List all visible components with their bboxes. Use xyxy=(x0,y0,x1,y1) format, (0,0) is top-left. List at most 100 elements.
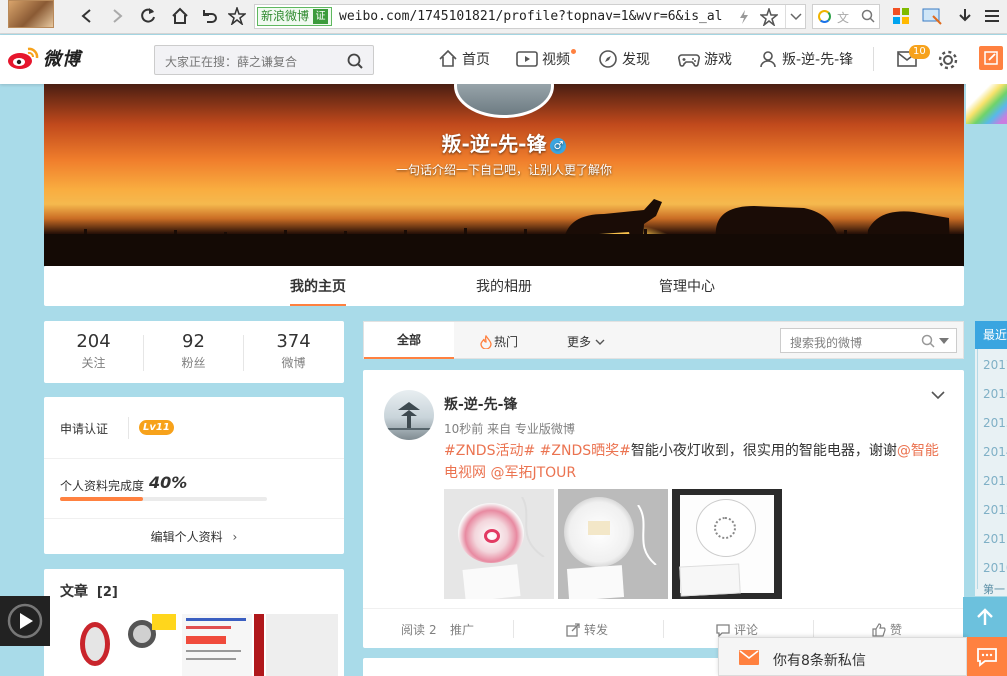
compose-button[interactable] xyxy=(979,46,1003,70)
video-icon xyxy=(516,51,538,67)
screenshot-icon[interactable] xyxy=(922,7,942,25)
browser-search-placeholder: 文 xyxy=(837,11,850,25)
refresh-button[interactable] xyxy=(135,4,161,28)
tab-manage-center[interactable]: 管理中心 xyxy=(659,276,715,296)
comment-label: 评论 xyxy=(734,623,759,637)
info-separator xyxy=(44,518,344,519)
gear-icon[interactable] xyxy=(937,49,959,71)
profile-name: 叛-逆-先-锋 ♂ xyxy=(44,128,964,157)
favorite-star-icon[interactable] xyxy=(760,8,778,26)
stat-following[interactable]: 204 关注 xyxy=(44,331,143,371)
tab-hot[interactable]: 热门 xyxy=(480,333,518,350)
chat-button[interactable] xyxy=(967,637,1007,676)
post-mention[interactable]: @军拓JTOUR xyxy=(490,465,576,481)
level-badge[interactable]: Lv11 xyxy=(139,420,174,435)
timeline-year[interactable]: 2012 xyxy=(983,503,1007,517)
skin-corner-icon[interactable] xyxy=(966,84,1007,124)
repost-button[interactable]: 转发 xyxy=(566,621,608,638)
search-icon[interactable] xyxy=(347,53,363,69)
apps-grid-icon[interactable] xyxy=(893,8,909,24)
article-thumbnail-headphones[interactable] xyxy=(60,614,176,676)
undo-button[interactable] xyxy=(196,4,222,28)
timeline-year[interactable]: 2014 xyxy=(983,445,1007,459)
back-to-top-button[interactable] xyxy=(963,597,1007,637)
stats-card: 204 关注 92 粉丝 374 微博 xyxy=(44,321,344,383)
tab-all[interactable]: 全部 xyxy=(364,322,454,359)
thumbs-up-icon xyxy=(872,622,886,637)
stat-followers-label: 粉丝 xyxy=(181,356,206,370)
stat-followers[interactable]: 92 粉丝 xyxy=(144,331,243,371)
article-thumbnail-product[interactable] xyxy=(182,614,252,676)
address-bar[interactable]: 新浪微博 证 weibo.com/1745101821/profile?topn… xyxy=(254,4,806,29)
bookmark-star-icon[interactable] xyxy=(224,4,250,28)
nav-games[interactable]: 游戏 xyxy=(678,49,732,69)
profile-avatar[interactable] xyxy=(454,84,554,118)
timeline-year[interactable]: 2011 xyxy=(983,532,1007,546)
action-divider xyxy=(663,620,664,638)
post-image-3[interactable] xyxy=(672,489,782,599)
nav-home[interactable]: 首页 xyxy=(438,49,490,69)
forward-button[interactable] xyxy=(104,4,130,28)
post-image-1[interactable] xyxy=(444,489,554,599)
post-hashtag[interactable]: #ZNDS晒奖# xyxy=(540,443,631,459)
timeline-recent[interactable]: 最近 xyxy=(975,321,1007,349)
chevron-down-icon[interactable] xyxy=(931,390,945,400)
comment-button[interactable]: 评论 xyxy=(716,621,758,638)
secure-site-label: 新浪微博 xyxy=(261,9,310,23)
post-meta: 10秒前 来自 专业版微博 xyxy=(444,422,575,436)
article-thumbnail-banner xyxy=(254,614,264,676)
feed-search-input[interactable]: 搜索我的微博 xyxy=(780,328,957,353)
repost-label: 转发 xyxy=(584,623,609,637)
lightning-icon[interactable] xyxy=(739,10,749,24)
edit-profile-link[interactable]: 编辑个人资料 › xyxy=(44,528,344,545)
menu-icon[interactable] xyxy=(984,8,1000,24)
like-button[interactable]: 赞 xyxy=(872,621,902,638)
new-dot xyxy=(571,49,576,54)
timeline-year[interactable]: 2016 xyxy=(983,387,1007,401)
video-player-button[interactable] xyxy=(0,596,50,646)
tab-my-album[interactable]: 我的相册 xyxy=(476,276,532,296)
home-button[interactable] xyxy=(167,4,193,28)
nav-discover[interactable]: 发现 xyxy=(598,49,650,69)
stat-posts[interactable]: 374 微博 xyxy=(244,331,343,371)
timeline-year[interactable]: 2017 xyxy=(983,358,1007,372)
caret-down-icon[interactable] xyxy=(939,338,949,344)
download-icon[interactable] xyxy=(957,8,973,24)
timeline-year[interactable]: 2015 xyxy=(983,416,1007,430)
search-icon[interactable] xyxy=(921,334,935,348)
promote-button[interactable]: 推广 xyxy=(450,621,474,638)
feed-search-placeholder: 搜索我的微博 xyxy=(790,336,863,350)
post-image-2[interactable] xyxy=(558,489,668,599)
compass-icon xyxy=(599,50,617,68)
post-hashtag[interactable]: #ZNDS活动# xyxy=(444,443,535,459)
nav-video[interactable]: 视频 xyxy=(516,49,576,69)
private-message-bar[interactable]: 你有8条新私信 xyxy=(718,637,967,676)
weibo-logo[interactable]: 微博 xyxy=(6,45,81,71)
article-thumbnail-page[interactable] xyxy=(266,614,338,676)
secure-site-badge[interactable]: 新浪微博 证 xyxy=(257,7,333,26)
apply-verify-link[interactable]: 申请认证 xyxy=(60,420,108,437)
profile-bio[interactable]: 一句话介绍一下自己吧，让别人更了解你 xyxy=(44,161,964,178)
tab-thumbnail[interactable] xyxy=(8,0,54,28)
post-author-avatar[interactable] xyxy=(384,390,434,440)
timeline-year[interactable]: 2013 xyxy=(983,474,1007,488)
flame-icon xyxy=(480,334,492,349)
articles-title[interactable]: 文章 [2] xyxy=(60,581,118,601)
url-text[interactable]: weibo.com/1745101821/profile?topnav=1&wv… xyxy=(339,9,729,24)
like-label: 赞 xyxy=(890,623,903,637)
nav-profile[interactable]: 叛-逆-先-锋 xyxy=(758,49,853,69)
browser-search-box[interactable]: 文 xyxy=(812,4,880,29)
cover-ground xyxy=(44,234,964,266)
hot-search-input[interactable]: 大家正在搜：薛之谦复合 xyxy=(154,45,374,75)
read-label: 阅读 xyxy=(401,623,426,637)
back-button[interactable] xyxy=(74,4,100,28)
timeline-year[interactable]: 2010 xyxy=(983,561,1007,575)
tab-more[interactable]: 更多 xyxy=(567,333,605,350)
completion-progress-bar xyxy=(60,497,267,501)
timeline-first[interactable]: 第一 xyxy=(983,581,1005,597)
url-dropdown-button[interactable] xyxy=(785,5,805,28)
post-author-name[interactable]: 叛-逆-先-锋 xyxy=(444,394,517,414)
feed-post: 叛-逆-先-锋 10秒前 来自 专业版微博 #ZNDS活动# #ZNDS晒奖#智… xyxy=(363,370,964,648)
search-icon[interactable] xyxy=(861,9,875,23)
tab-my-home[interactable]: 我的主页 xyxy=(290,276,346,306)
